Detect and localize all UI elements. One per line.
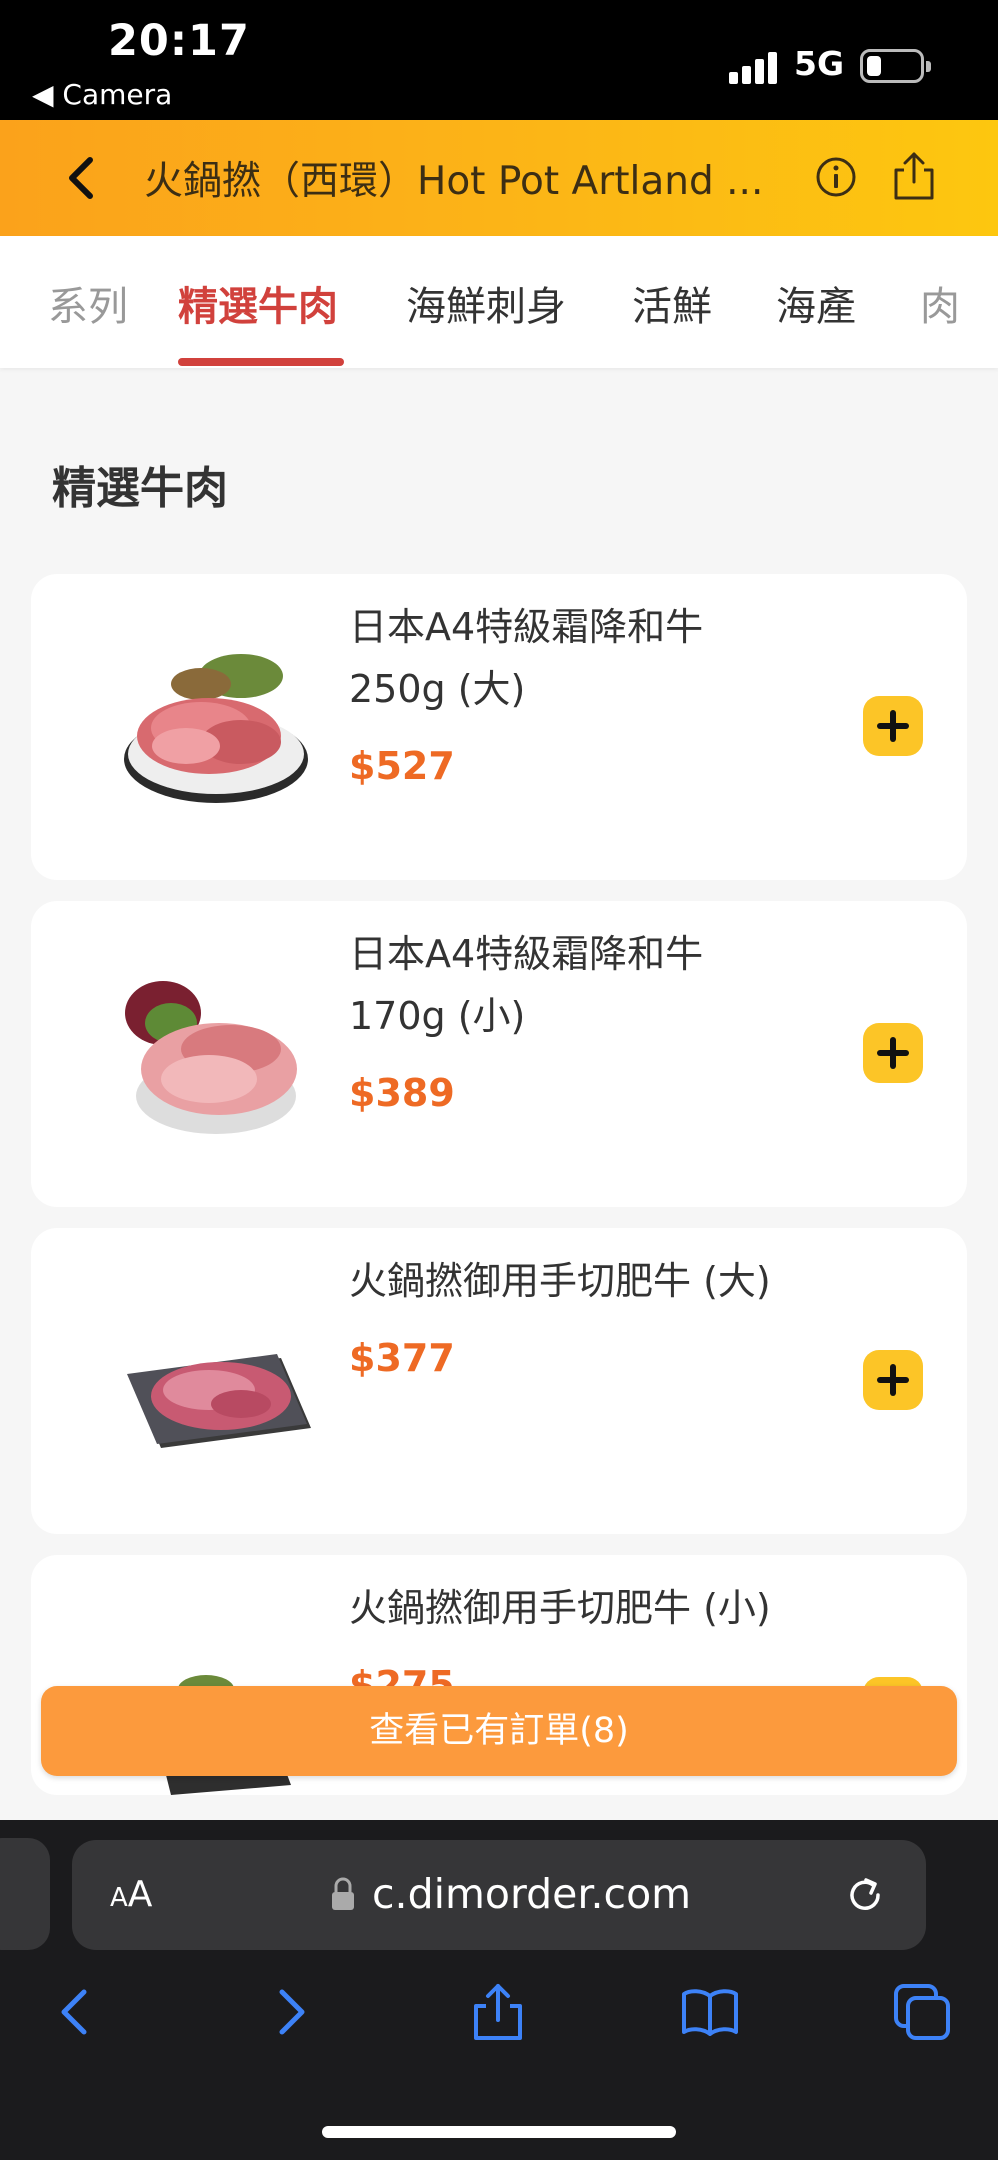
category-tabs: 系列 精選牛肉 海鮮刺身 活鮮 海產 肉 bbox=[0, 236, 998, 368]
reload-icon[interactable] bbox=[842, 1872, 888, 1918]
item-price: $527 bbox=[349, 744, 455, 788]
browser-back-icon[interactable] bbox=[46, 1982, 106, 2042]
item-name: 火鍋撚御用手切肥牛 (小) bbox=[349, 1586, 771, 1630]
tab-marine-products[interactable]: 海產 bbox=[776, 274, 856, 332]
previous-tab-preview[interactable] bbox=[0, 1838, 50, 1950]
item-name: 火鍋撚御用手切肥牛 (大) bbox=[349, 1259, 771, 1303]
add-to-cart-button[interactable] bbox=[863, 696, 923, 756]
network-label: 5G bbox=[794, 44, 845, 83]
wagyu-large-image bbox=[124, 654, 308, 803]
menu-item-card[interactable]: 日本A4特級霜降和牛 170g (小) $389 bbox=[31, 901, 967, 1207]
active-tab-indicator bbox=[178, 358, 344, 366]
item-name: 日本A4特級霜降和牛 170g (小) bbox=[349, 932, 704, 1038]
add-to-cart-button[interactable] bbox=[863, 1023, 923, 1083]
wagyu-small-image bbox=[125, 981, 297, 1134]
home-indicator bbox=[322, 2126, 676, 2138]
item-price: $389 bbox=[349, 1071, 455, 1115]
menu-item-card[interactable]: 火鍋撚御用手切肥牛 (大) $377 bbox=[31, 1228, 967, 1534]
store-header: 火鍋撚（西環）Hot Pot Artland ... bbox=[0, 120, 998, 236]
back-arrow-icon[interactable] bbox=[58, 150, 106, 206]
view-orders-button[interactable]: 查看已有訂單(8) bbox=[41, 1686, 957, 1776]
url-text: c.dimorder.com bbox=[372, 1870, 692, 1918]
menu-item-card[interactable]: 日本A4特級霜降和牛 250g (大) $527 bbox=[31, 574, 967, 880]
add-to-cart-button[interactable] bbox=[863, 1350, 923, 1410]
tab-series[interactable]: 系列 bbox=[48, 274, 128, 332]
share-sheet-icon[interactable] bbox=[468, 1982, 528, 2042]
reader-settings-button[interactable]: AA bbox=[110, 1874, 152, 1915]
tab-selected-beef[interactable]: 精選牛肉 bbox=[178, 274, 338, 332]
address-bar[interactable]: AA c.dimorder.com bbox=[72, 1840, 926, 1950]
section-title: 精選牛肉 bbox=[52, 463, 228, 514]
item-name: 日本A4特級霜降和牛 250g (大) bbox=[349, 605, 704, 711]
browser-forward-icon[interactable] bbox=[260, 1982, 320, 2042]
signal-icon bbox=[729, 52, 777, 84]
tab-live-seafood[interactable]: 活鮮 bbox=[632, 274, 712, 332]
hand-cut-beef-large-image bbox=[127, 1354, 311, 1448]
info-icon[interactable] bbox=[815, 156, 857, 198]
status-bar: 20:17 ◀ Camera 5G bbox=[0, 0, 998, 120]
back-to-camera-link[interactable]: ◀ Camera bbox=[32, 78, 172, 111]
bookmarks-icon[interactable] bbox=[680, 1982, 740, 2042]
store-title: 火鍋撚（西環）Hot Pot Artland ... bbox=[144, 159, 764, 204]
lock-icon bbox=[332, 1877, 354, 1910]
browser-toolbar: AA c.dimorder.com bbox=[0, 1820, 998, 2160]
tabs-icon[interactable] bbox=[892, 1982, 952, 2042]
tab-meat[interactable]: 肉 bbox=[920, 274, 960, 332]
status-time: 20:17 bbox=[108, 16, 250, 66]
tab-seafood-sashimi[interactable]: 海鮮刺身 bbox=[406, 274, 566, 332]
battery-icon bbox=[860, 49, 931, 83]
item-price: $377 bbox=[349, 1336, 455, 1380]
share-icon[interactable] bbox=[892, 150, 936, 202]
